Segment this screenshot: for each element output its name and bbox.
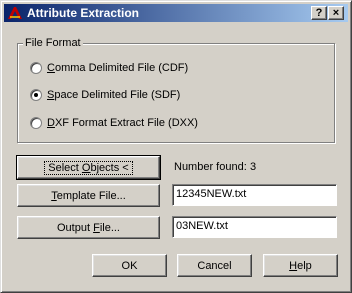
number-found-label: Number found: bbox=[174, 161, 247, 173]
radio-dxx[interactable]: DXF Format Extract File (DXX) bbox=[30, 115, 198, 131]
radio-dxx-indicator[interactable] bbox=[30, 117, 42, 129]
cancel-button[interactable]: Cancel bbox=[177, 254, 252, 277]
window-title: Attribute Extraction bbox=[27, 6, 140, 20]
attribute-extraction-dialog: Attribute Extraction ? × File Format Com… bbox=[0, 0, 352, 293]
help-question-button[interactable]: ? bbox=[311, 6, 327, 20]
select-objects-button[interactable]: Select Objects < bbox=[16, 155, 161, 180]
radio-sdf-indicator[interactable] bbox=[30, 89, 42, 101]
number-found-value: 3 bbox=[250, 161, 257, 173]
output-file-field[interactable]: 03NEW.txt bbox=[172, 216, 337, 238]
radio-cdf-label: Comma Delimited File (CDF) bbox=[47, 62, 189, 74]
autocad-app-icon bbox=[8, 7, 22, 19]
template-file-button[interactable]: Template File... bbox=[17, 184, 160, 207]
template-file-label: Template File... bbox=[51, 189, 126, 202]
radio-dxx-label: DXF Format Extract File (DXX) bbox=[47, 117, 198, 129]
close-icon[interactable]: × bbox=[328, 6, 344, 20]
output-file-label: Output File... bbox=[57, 221, 120, 234]
file-format-legend: File Format bbox=[23, 37, 83, 49]
radio-sdf-label: Space Delimited File (SDF) bbox=[47, 89, 181, 101]
help-button[interactable]: Help bbox=[263, 254, 338, 277]
help-button-label: Help bbox=[289, 259, 312, 272]
radio-cdf[interactable]: Comma Delimited File (CDF) bbox=[30, 60, 188, 76]
radio-cdf-indicator[interactable] bbox=[30, 62, 42, 74]
ok-button[interactable]: OK bbox=[92, 254, 167, 277]
radio-sdf[interactable]: Space Delimited File (SDF) bbox=[30, 87, 180, 103]
title-bar[interactable]: Attribute Extraction ? × bbox=[4, 4, 348, 22]
output-file-button[interactable]: Output File... bbox=[17, 216, 160, 239]
template-file-field[interactable]: 12345NEW.txt bbox=[172, 184, 337, 206]
select-objects-label: Select Objects < bbox=[44, 160, 133, 175]
